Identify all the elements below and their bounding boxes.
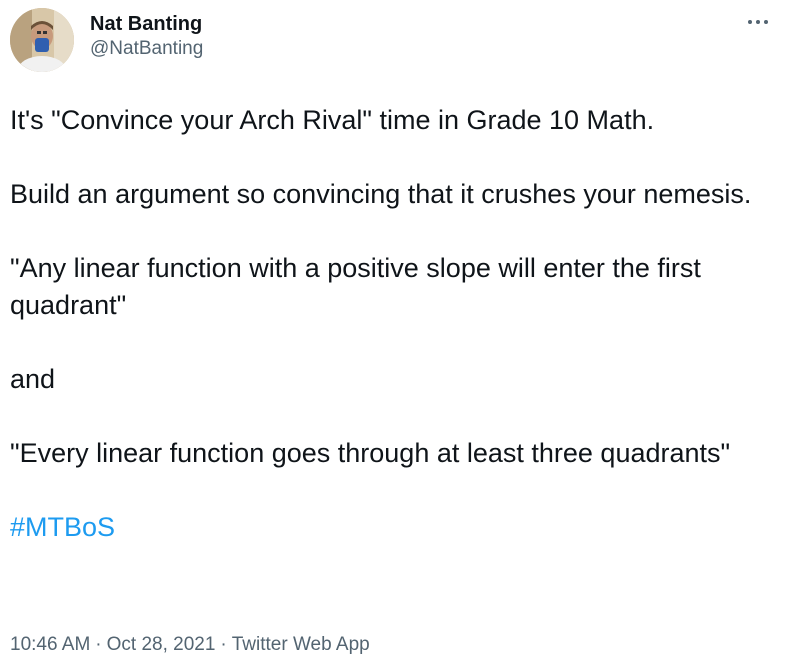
tweet-time-link[interactable]: 10:46 AM	[10, 634, 90, 655]
hashtag-link[interactable]: #MTBoS	[10, 512, 115, 542]
tweet-line: Build an argument so convincing that it …	[10, 179, 752, 209]
meta-separator: ·	[220, 634, 227, 655]
more-horizontal-icon	[748, 20, 768, 24]
author-handle[interactable]: @NatBanting	[90, 36, 203, 62]
tweet-line: and	[10, 364, 56, 394]
tweet-line: It's "Convince your Arch Rival" time in …	[10, 105, 655, 135]
tweet-date-link[interactable]: Oct 28, 2021	[107, 634, 216, 655]
tweet-meta: 10:46 AM · Oct 28, 2021 · Twitter Web App	[10, 632, 370, 658]
tweet-line: "Any linear function with a positive slo…	[10, 253, 701, 320]
meta-separator: ·	[95, 634, 102, 655]
tweet-text: It's "Convince your Arch Rival" time in …	[10, 102, 775, 546]
author-names: Nat Banting @NatBanting	[90, 12, 203, 62]
avatar-image	[10, 8, 74, 72]
tweet-card: Nat Banting @NatBanting It's "Convince y…	[0, 0, 785, 665]
more-options-button[interactable]	[745, 12, 771, 32]
tweet-line: "Every linear function goes through at l…	[10, 438, 731, 468]
avatar[interactable]	[10, 8, 74, 72]
author-display-name[interactable]: Nat Banting	[90, 12, 203, 36]
tweet-header: Nat Banting @NatBanting	[10, 8, 775, 80]
tweet-source-link[interactable]: Twitter Web App	[232, 634, 370, 655]
